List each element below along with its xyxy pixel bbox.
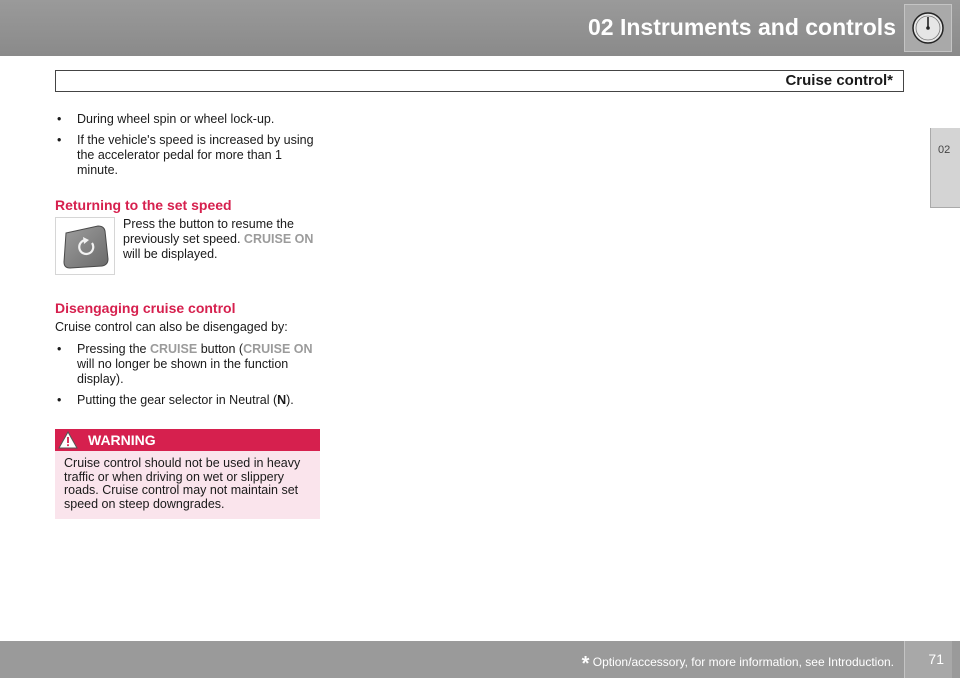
disengaging-intro: Cruise control can also be disengaged by… [55,320,288,334]
side-tab-label: 02 [938,144,951,156]
gauge-icon [912,12,944,44]
returning-block: Press the button to resume the previousl… [55,217,320,275]
bullet-text: If the vehicle's speed is increased by u… [77,133,314,177]
chapter-icon-box [904,4,952,52]
page-number-box: 71 [904,641,952,678]
chapter-title: 02 Instruments and controls [587,14,896,40]
footnote-text: Option/accessory, for more information, … [592,655,894,669]
warning-title: WARNING [88,432,156,448]
disengaging-heading: Disengaging cruise control [55,300,236,316]
list-item: • During wheel spin or wheel lock-up. [55,112,320,127]
section-title-bar: Cruise control* [55,70,904,92]
list-item: • Putting the gear selector in Neutral (… [55,393,320,408]
list-item: • Pressing the CRUISE button (CRUISE ON … [55,342,320,387]
bullet-text: During wheel spin or wheel lock-up. [77,112,275,126]
returning-heading: Returning to the set speed [55,197,232,213]
bullet2-text-b: ). [286,393,294,407]
warning-box: WARNING Cruise control should not be use… [55,429,320,519]
cruise-on-label: CRUISE ON [243,232,314,246]
bullet1-text-b: button ( [200,342,244,356]
bullet-dot: • [57,393,62,407]
warning-header: WARNING [55,429,320,451]
page-header: 02 Instruments and controls [0,0,960,56]
button-illustration [55,217,115,275]
bullet2-text-a: Putting the gear selector in Neutral ( [77,393,278,407]
warning-triangle-icon [58,431,78,449]
section-title: Cruise control* [785,72,893,89]
chapter-side-tab[interactable]: 02 [930,128,960,208]
bullet-dot: • [57,342,62,356]
warning-text: Cruise control should not be used in hea… [64,456,301,511]
cruise-button-label: CRUISE [149,342,198,356]
page-footer: * Option/accessory, for more information… [0,641,960,678]
list-item: • If the vehicle's speed is increased by… [55,133,320,178]
bullet1-text-c: will no longer be shown in the function … [77,357,289,386]
resume-button-icon [63,225,109,269]
bullet-dot: • [57,112,62,126]
footnote-star: * [581,653,590,675]
returning-description: Press the button to resume the previousl… [123,217,323,262]
cruise-on-label: CRUISE ON [243,342,313,356]
bullet-dot: • [57,133,62,147]
neutral-gear-letter: N [277,393,287,407]
page-number: 71 [928,651,944,667]
returning-text-after: will be displayed. [123,247,218,261]
main-content: • During wheel spin or wheel lock-up. • … [55,112,320,414]
footer-note: * Option/accessory, for more information… [582,653,894,676]
bullet1-text-a: Pressing the [77,342,147,356]
